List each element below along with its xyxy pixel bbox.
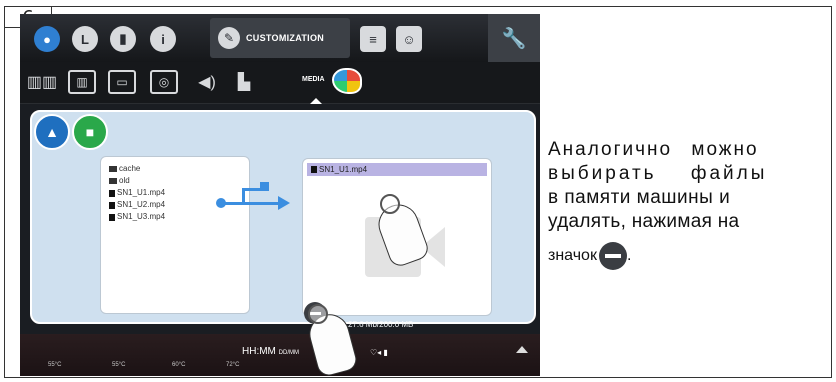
- selected-file-row[interactable]: SN1_U1.mp4: [307, 163, 487, 176]
- list-item[interactable]: old: [109, 175, 241, 187]
- tap-indicator-icon: [380, 194, 400, 214]
- usb-file-list[interactable]: cache old SN1_U1.mp4 SN1_U2.mp4 SN1_U3.m…: [100, 156, 250, 314]
- image-mode-button[interactable]: ▲: [34, 114, 70, 150]
- temp-readout: 60°C: [172, 362, 186, 368]
- file-icon: [109, 189, 115, 197]
- clock-icon[interactable]: L: [72, 26, 98, 52]
- dial-icon[interactable]: ◎: [150, 70, 178, 94]
- file-icon: [311, 166, 317, 173]
- folder-icon: [109, 178, 117, 184]
- status-icons: ♡◂ ▮: [370, 348, 388, 357]
- temp-readout: 72°C: [226, 362, 240, 368]
- storage-usage: 27.6 Mb/200.0 MB: [348, 320, 414, 329]
- flag-icon[interactable]: ▮: [110, 26, 136, 52]
- list-item[interactable]: SN1_U3.mp4: [109, 211, 241, 223]
- media-icon[interactable]: ▙: [230, 70, 258, 94]
- user-icon[interactable]: ☺: [396, 26, 422, 52]
- active-tab-indicator: [310, 98, 322, 104]
- wrench-icon[interactable]: 🔧: [488, 14, 540, 62]
- instruction-text: Аналогично можно выбирать файлы в памяти…: [548, 138, 836, 270]
- temp-readout: 55°C: [48, 362, 62, 368]
- tab-customization[interactable]: ✎ CUSTOMIZATION: [210, 18, 350, 58]
- list-item[interactable]: cache: [109, 163, 241, 175]
- screen-icon[interactable]: ▭: [108, 70, 136, 94]
- list-icon[interactable]: ≡: [360, 26, 386, 52]
- water-drop-icon[interactable]: ●: [34, 26, 60, 52]
- customization-subbar: ▥▥ ▥ ▭ ◎ ◀) ▙ MEDIA: [20, 62, 540, 104]
- chevron-up-icon[interactable]: [516, 346, 528, 353]
- tab-customization-label: CUSTOMIZATION: [246, 33, 325, 43]
- top-menu-bar: ● L ▮ i ✎ CUSTOMIZATION ≡ ☺ 🔧: [20, 14, 540, 62]
- status-bar: 55°C 55°C 60°C 72°C HH:MM DD/MM ♡◂ ▮: [20, 334, 540, 376]
- file-icon: [109, 201, 115, 209]
- folder-icon: [109, 166, 117, 172]
- minus-icon: [598, 242, 627, 270]
- book-icon[interactable]: ▥▥: [27, 70, 57, 94]
- pencil-icon: ✎: [218, 27, 240, 49]
- temp-readout: 55°C: [112, 362, 126, 368]
- media-tab-label: MEDIA: [302, 76, 325, 83]
- info-icon[interactable]: i: [150, 26, 176, 52]
- speaker-icon[interactable]: ◀): [192, 70, 222, 94]
- file-icon: [109, 213, 115, 221]
- tap-indicator-icon: [308, 304, 328, 324]
- book-info-icon[interactable]: ▥: [68, 70, 96, 94]
- palette-icon[interactable]: [332, 68, 362, 94]
- clock-display: HH:MM DD/MM: [242, 346, 300, 357]
- machine-screen: ● L ▮ i ✎ CUSTOMIZATION ≡ ☺ 🔧 ▥▥ ▥ ▭ ◎ ◀…: [20, 14, 540, 376]
- video-mode-button[interactable]: ■: [72, 114, 108, 150]
